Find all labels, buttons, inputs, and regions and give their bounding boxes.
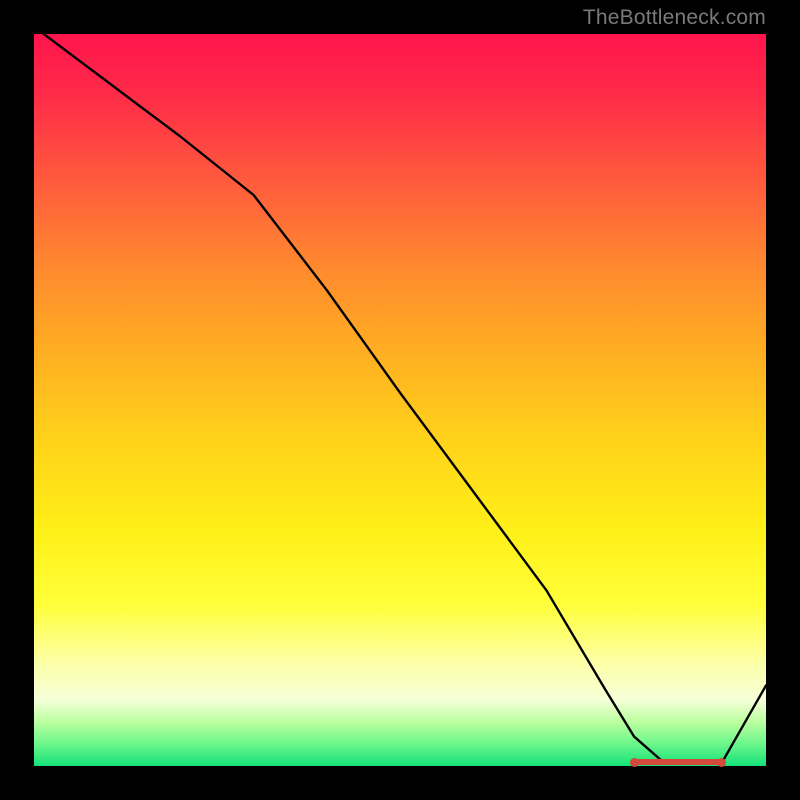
optimum-flat-marker <box>634 759 722 765</box>
bottleneck-curve <box>34 34 766 766</box>
watermark-text: TheBottleneck.com <box>583 6 766 30</box>
chart-plot-area <box>34 34 766 766</box>
curve-path <box>34 27 766 763</box>
